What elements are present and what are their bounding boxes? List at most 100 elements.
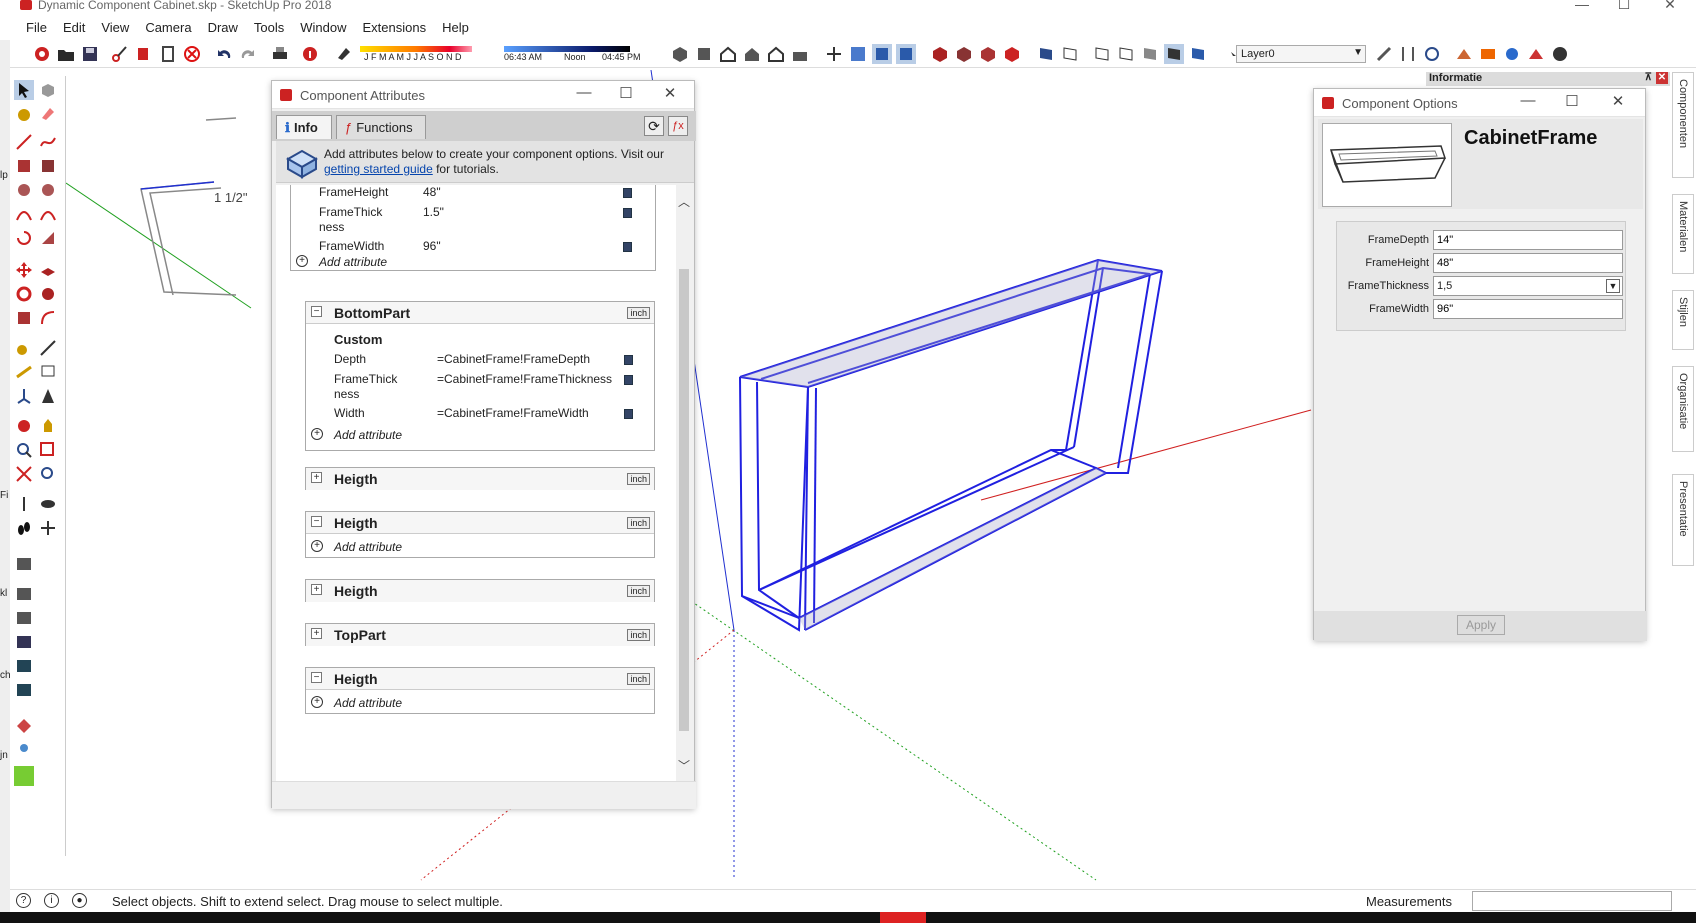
part-header[interactable]: − Heigth inch <box>306 668 654 690</box>
unit-toggle[interactable]: inch <box>627 585 650 597</box>
frameheight-input[interactable] <box>1433 253 1623 273</box>
section-plane-icon[interactable] <box>38 518 58 538</box>
attributes-list[interactable]: FrameHeight 48" FrameThick ness 1.5" Fra… <box>276 185 676 785</box>
layout-icon[interactable] <box>1550 44 1570 64</box>
add-attribute-icon[interactable]: + <box>311 696 323 708</box>
attr-options-icon[interactable] <box>623 208 632 218</box>
rotated-rect-icon[interactable] <box>38 156 58 176</box>
options-maximize-button[interactable]: ☐ <box>1560 92 1584 110</box>
unit-toggle[interactable]: inch <box>627 307 650 319</box>
attributes-close-button[interactable]: ✕ <box>658 84 682 102</box>
orbit-icon[interactable] <box>1422 44 1442 64</box>
push-pull-icon[interactable] <box>38 260 58 280</box>
framewidth-input[interactable] <box>1433 299 1623 319</box>
toggle-formula-icon[interactable]: ƒx <box>668 116 688 136</box>
bottompart-header[interactable]: − BottomPart inch <box>306 302 654 324</box>
unit-toggle[interactable]: inch <box>627 673 650 685</box>
scroll-thumb[interactable] <box>679 269 689 731</box>
pan-icon[interactable] <box>38 416 58 436</box>
walk-icon[interactable] <box>14 518 34 538</box>
undo-icon[interactable] <box>214 44 234 64</box>
expand-icon[interactable]: + <box>311 584 322 595</box>
orbit-tool-icon[interactable] <box>14 416 34 436</box>
position-camera-icon[interactable] <box>14 494 34 514</box>
shaded-icon[interactable] <box>896 44 916 64</box>
cut-icon[interactable] <box>110 44 130 64</box>
tray-tab-componenten[interactable]: Componenten <box>1672 72 1694 178</box>
dynamic-icon[interactable] <box>978 44 998 64</box>
collapse-icon[interactable]: − <box>311 306 322 317</box>
attr-options-icon[interactable] <box>624 409 633 419</box>
make-component-icon[interactable] <box>38 80 58 100</box>
new-file-icon[interactable] <box>32 44 52 64</box>
save-icon[interactable] <box>80 44 100 64</box>
minimize-button[interactable]: — <box>1572 0 1592 12</box>
sandbox-tool-icon[interactable] <box>14 716 34 736</box>
extension-tool-b-icon[interactable] <box>14 584 34 604</box>
location-icon[interactable] <box>14 740 34 760</box>
sandbox-icon[interactable] <box>1454 44 1474 64</box>
part-header[interactable]: + Heigth inch <box>306 580 654 602</box>
tray-tab-organisatie[interactable]: Organisatie <box>1672 366 1694 452</box>
attr-options-icon[interactable] <box>624 375 633 385</box>
attr-formula[interactable]: =CabinetFrame!FrameDepth <box>437 352 590 366</box>
pie-icon[interactable] <box>38 228 58 248</box>
line-tool-icon[interactable] <box>14 132 34 152</box>
unit-toggle[interactable]: inch <box>627 473 650 485</box>
move-tool-icon[interactable] <box>14 260 34 280</box>
collapse-icon[interactable]: − <box>311 672 322 683</box>
share-icon[interactable] <box>1502 44 1522 64</box>
layer-select[interactable]: Layer0 ▼ <box>1236 45 1366 63</box>
extension-tool-c-icon[interactable] <box>14 608 34 628</box>
instructor-icon[interactable]: i <box>44 893 59 908</box>
left-view-icon[interactable] <box>790 44 810 64</box>
tape-measure-icon[interactable] <box>14 338 34 358</box>
front-view-icon[interactable] <box>718 44 738 64</box>
attr-options-icon[interactable] <box>623 242 632 252</box>
extension-tool-f-icon[interactable] <box>14 680 34 700</box>
options-minimize-button[interactable]: — <box>1516 92 1540 109</box>
informatie-close-icon[interactable]: ✕ <box>1656 72 1668 84</box>
attr-value[interactable]: 1.5" <box>423 205 444 219</box>
attr-options-icon[interactable] <box>623 188 632 198</box>
erase-icon[interactable] <box>182 44 202 64</box>
add-attribute-icon[interactable]: + <box>311 540 323 552</box>
attr-value[interactable]: 96" <box>423 239 441 253</box>
rectangle-icon[interactable] <box>14 156 34 176</box>
attributes-minimize-button[interactable]: — <box>572 84 596 101</box>
informatie-panel-header[interactable]: Informatie ⊼ ✕ <box>1426 72 1670 86</box>
menu-view[interactable]: View <box>93 18 137 38</box>
warehouse-icon[interactable] <box>1478 44 1498 64</box>
add-attribute-link[interactable]: Add attribute <box>319 255 387 269</box>
pencil-icon[interactable] <box>1374 44 1394 64</box>
look-around-icon[interactable] <box>38 494 58 514</box>
menu-file[interactable]: File <box>18 18 55 38</box>
attributes-titlebar[interactable]: Component Attributes — ☐ ✕ <box>272 81 694 109</box>
options-titlebar[interactable]: Component Options — ☐ ✕ <box>1314 89 1645 117</box>
tab-functions[interactable]: ƒ Functions <box>336 115 426 139</box>
components-icon[interactable] <box>930 44 950 64</box>
user-account-icon[interactable]: ● <box>72 893 87 908</box>
part-header[interactable]: + TopPart inch <box>306 624 654 646</box>
menu-tools[interactable]: Tools <box>246 18 292 38</box>
style-e-icon[interactable] <box>1188 44 1208 64</box>
attributes-scrollbar[interactable]: ︿ ﹀ <box>676 185 692 785</box>
style-d-icon[interactable] <box>1164 44 1184 64</box>
add-attribute-link[interactable]: Add attribute <box>334 696 402 710</box>
extension-tool-a-icon[interactable] <box>14 554 34 574</box>
model-info-icon[interactable] <box>300 44 320 64</box>
tab-info[interactable]: ℹ Info <box>276 115 332 139</box>
outline-style-icon[interactable] <box>1060 44 1080 64</box>
options-close-button[interactable]: ✕ <box>1606 92 1630 110</box>
extension-warehouse-icon[interactable] <box>1526 44 1546 64</box>
freehand-icon[interactable] <box>38 132 58 152</box>
attr-options-icon[interactable] <box>624 355 633 365</box>
menu-camera[interactable]: Camera <box>137 18 199 38</box>
attr-value[interactable]: 48" <box>423 185 441 199</box>
paint-bucket-icon[interactable] <box>14 104 34 124</box>
maximize-button[interactable]: ☐ <box>1614 0 1634 13</box>
attr-formula[interactable]: =CabinetFrame!FrameWidth <box>437 406 589 420</box>
zoom-extents-icon[interactable] <box>14 464 34 484</box>
previous-view-icon[interactable] <box>38 464 58 484</box>
shadow-time-slider[interactable] <box>504 43 630 52</box>
